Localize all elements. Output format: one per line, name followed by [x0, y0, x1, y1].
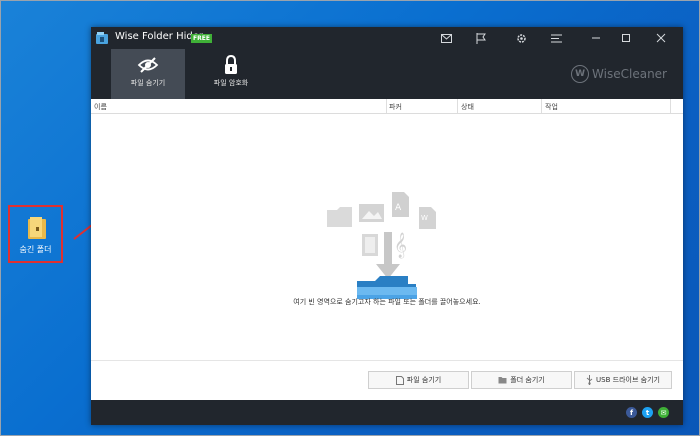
drag-drop-illustration-icon: A W 𝄞 — [327, 192, 436, 299]
menu-icon — [550, 34, 562, 42]
svg-text:A: A — [395, 203, 402, 213]
folder-icon — [498, 377, 507, 384]
lock-icon — [225, 55, 237, 74]
column-name[interactable]: 이름 — [94, 102, 107, 112]
twitter-icon[interactable]: t — [642, 407, 653, 418]
hide-file-button[interactable]: 파일 숨기기 — [368, 371, 469, 389]
brand-name: WiseCleaner — [592, 67, 667, 81]
mail-button[interactable] — [433, 27, 459, 49]
minimize-button[interactable] — [583, 27, 609, 49]
app-logo-icon — [96, 32, 108, 44]
action-bar: 파일 숨기기 폴더 숨기기 USB 드라이브 숨기기 — [91, 360, 683, 401]
svg-text:𝄞: 𝄞 — [394, 232, 407, 258]
app-window: Wise Folder Hider FREE 파일 숨기기 파일 암호화 W W… — [91, 27, 683, 425]
file-icon — [395, 375, 404, 385]
facebook-icon[interactable]: f — [626, 407, 637, 418]
message-icon[interactable]: ✉ — [658, 407, 669, 418]
usb-icon — [586, 375, 593, 385]
drop-hint: 여기 빈 영역으로 숨기고자 하는 파일 또는 폴더를 끌어놓으세요. — [293, 298, 481, 306]
hide-folder-button[interactable]: 폴더 숨기기 — [471, 371, 572, 389]
minimize-icon — [592, 37, 600, 39]
footer-bar: f t ✉ — [91, 400, 683, 425]
button-label: 폴더 숨기기 — [510, 376, 545, 384]
eye-slash-icon — [137, 57, 159, 73]
drop-area[interactable]: A W 𝄞 여기 빈 영역으로 숨기고자 하는 파일 또는 폴더를 끌어놓으세요… — [91, 114, 683, 359]
button-label: 파일 숨기기 — [406, 376, 442, 384]
mail-icon — [440, 33, 452, 43]
maximize-button[interactable] — [613, 27, 639, 49]
svg-text:W: W — [421, 214, 428, 222]
settings-button[interactable] — [508, 27, 534, 49]
close-button[interactable] — [648, 27, 674, 49]
title-bar[interactable]: Wise Folder Hider FREE — [91, 27, 683, 49]
tab-hide-file[interactable]: 파일 숨기기 — [111, 49, 185, 99]
main-toolbar: 파일 숨기기 파일 암호화 W WiseCleaner — [91, 49, 683, 99]
wisecleaner-logo-icon: W — [571, 65, 590, 83]
close-icon — [656, 33, 666, 43]
maximize-icon — [622, 34, 630, 42]
tab-label: 파일 암호화 — [213, 79, 249, 87]
window-title: Wise Folder Hider — [115, 31, 203, 42]
feedback-button[interactable] — [468, 27, 494, 49]
column-status[interactable]: 상태 — [461, 102, 474, 112]
menu-button[interactable] — [543, 27, 569, 49]
hide-usb-button[interactable]: USB 드라이브 숨기기 — [574, 371, 672, 389]
column-action[interactable]: 작업 — [545, 102, 558, 112]
flag-icon — [476, 32, 486, 44]
settings-icon — [516, 33, 526, 43]
tab-label: 파일 숨기기 — [130, 79, 166, 87]
column-path[interactable]: 파커 — [389, 102, 402, 112]
free-badge: FREE — [191, 34, 212, 43]
tab-encrypt-file[interactable]: 파일 암호화 — [194, 49, 268, 99]
button-label: USB 드라이브 숨기기 — [596, 376, 660, 384]
brand-logo: W WiseCleaner — [571, 65, 667, 83]
list-header: 이름 파커 상태 작업 — [91, 99, 683, 114]
